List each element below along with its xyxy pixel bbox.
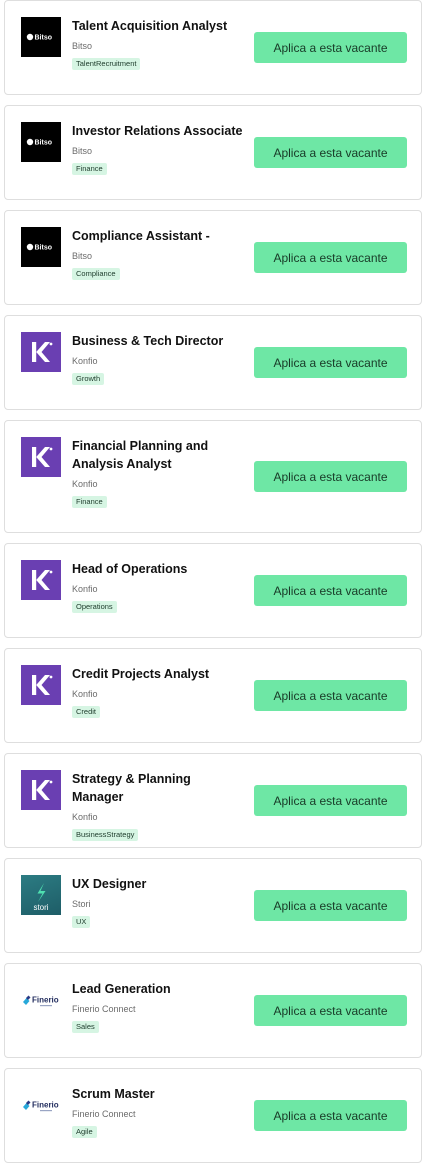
company-name: Finerio Connect	[72, 1109, 136, 1119]
konfio-logo-icon	[32, 342, 53, 362]
category-tag: TalentRecruitment	[72, 58, 141, 70]
company-logo: Bitso	[21, 122, 61, 162]
company-name: Konfio	[72, 479, 98, 489]
bitso-logo-icon: Bitso	[26, 33, 53, 42]
category-tag: Credit	[72, 706, 101, 718]
apply-button[interactable]: Aplica a esta vacante	[254, 1100, 407, 1131]
job-title[interactable]: Head of Operations	[72, 560, 244, 578]
job-card[interactable]: Finerio Scrum Master Finerio Connect Agi…	[4, 1068, 422, 1163]
company-logo: Bitso	[21, 17, 61, 57]
apply-button[interactable]: Aplica a esta vacante	[254, 32, 407, 63]
company-name: Stori	[72, 899, 91, 909]
apply-button[interactable]: Aplica a esta vacante	[254, 461, 407, 492]
apply-button[interactable]: Aplica a esta vacante	[254, 995, 407, 1026]
company-name: Bitso	[72, 146, 93, 156]
company-logo	[21, 770, 61, 810]
category-tag: BusinessStrategy	[72, 829, 139, 841]
bitso-logo-icon: Bitso	[26, 138, 53, 147]
company-name: Bitso	[72, 41, 93, 51]
company-name: Finerio Connect	[72, 1004, 136, 1014]
svg-text:Finerio: Finerio	[32, 996, 59, 1005]
job-title[interactable]: Investor Relations Associate	[72, 122, 244, 140]
job-card[interactable]: stori UX Designer Stori UX Aplica a esta…	[4, 858, 422, 953]
job-title[interactable]: Business & Tech Director	[72, 332, 244, 350]
category-tag: Finance	[72, 163, 107, 175]
svg-text:Bitso: Bitso	[35, 140, 53, 147]
job-title[interactable]: Talent Acquisition Analyst	[72, 17, 244, 35]
category-tag: Agile	[72, 1126, 97, 1138]
company-logo	[21, 437, 61, 477]
bitso-logo-icon: Bitso	[26, 243, 53, 252]
job-card[interactable]: Finerio Lead Generation Finerio Connect …	[4, 963, 422, 1058]
job-card[interactable]: Bitso Investor Relations Associate Bitso…	[4, 105, 422, 200]
category-tag: UX	[72, 916, 91, 928]
svg-text:stori: stori	[33, 903, 48, 912]
job-card[interactable]: Head of Operations Konfio Operations Apl…	[4, 543, 422, 638]
company-logo: Finerio	[21, 980, 61, 1020]
apply-button[interactable]: Aplica a esta vacante	[254, 347, 407, 378]
konfio-logo-icon	[32, 780, 53, 800]
company-logo	[21, 665, 61, 705]
finerio-logo-icon: Finerio	[23, 1100, 59, 1112]
konfio-logo-icon	[32, 675, 53, 695]
job-title[interactable]: Strategy & Planning Manager	[72, 770, 244, 806]
category-tag: Operations	[72, 601, 117, 613]
job-title[interactable]: Credit Projects Analyst	[72, 665, 244, 683]
job-card[interactable]: Bitso Talent Acquisition Analyst Bitso T…	[4, 0, 422, 95]
svg-text:Bitso: Bitso	[35, 245, 53, 252]
job-card[interactable]: Bitso Compliance Assistant - Bitso Compl…	[4, 210, 422, 305]
company-name: Bitso	[72, 251, 93, 261]
company-logo: stori	[21, 875, 61, 915]
svg-text:Bitso: Bitso	[35, 35, 53, 42]
company-logo	[21, 560, 61, 600]
job-title[interactable]: Compliance Assistant -	[72, 227, 244, 245]
konfio-logo-icon	[32, 447, 53, 467]
apply-button[interactable]: Aplica a esta vacante	[254, 575, 407, 606]
job-title[interactable]: Lead Generation	[72, 980, 244, 998]
apply-button[interactable]: Aplica a esta vacante	[254, 785, 407, 816]
category-tag: Compliance	[72, 268, 120, 280]
job-title[interactable]: Financial Planning and Analysis Analyst	[72, 437, 244, 473]
job-card[interactable]: Credit Projects Analyst Konfio Credit Ap…	[4, 648, 422, 743]
apply-button[interactable]: Aplica a esta vacante	[254, 242, 407, 273]
apply-button[interactable]: Aplica a esta vacante	[254, 890, 407, 921]
konfio-logo-icon	[32, 570, 53, 590]
company-name: Konfio	[72, 584, 98, 594]
company-name: Konfio	[72, 689, 98, 699]
job-card[interactable]: Business & Tech Director Konfio Growth A…	[4, 315, 422, 410]
job-title[interactable]: UX Designer	[72, 875, 244, 893]
job-card[interactable]: Strategy & Planning Manager Konfio Busin…	[4, 753, 422, 848]
company-logo: Bitso	[21, 227, 61, 267]
company-logo	[21, 332, 61, 372]
finerio-logo-icon: Finerio	[23, 995, 59, 1007]
company-name: Konfio	[72, 356, 98, 366]
apply-button[interactable]: Aplica a esta vacante	[254, 680, 407, 711]
job-card[interactable]: Financial Planning and Analysis Analyst …	[4, 420, 422, 533]
category-tag: Finance	[72, 496, 107, 508]
job-title[interactable]: Scrum Master	[72, 1085, 244, 1103]
category-tag: Growth	[72, 373, 105, 385]
company-name: Konfio	[72, 812, 98, 822]
svg-text:Finerio: Finerio	[32, 1101, 59, 1110]
apply-button[interactable]: Aplica a esta vacante	[254, 137, 407, 168]
company-logo: Finerio	[21, 1085, 61, 1125]
category-tag: Sales	[72, 1021, 99, 1033]
stori-logo-icon: stori	[33, 883, 49, 912]
